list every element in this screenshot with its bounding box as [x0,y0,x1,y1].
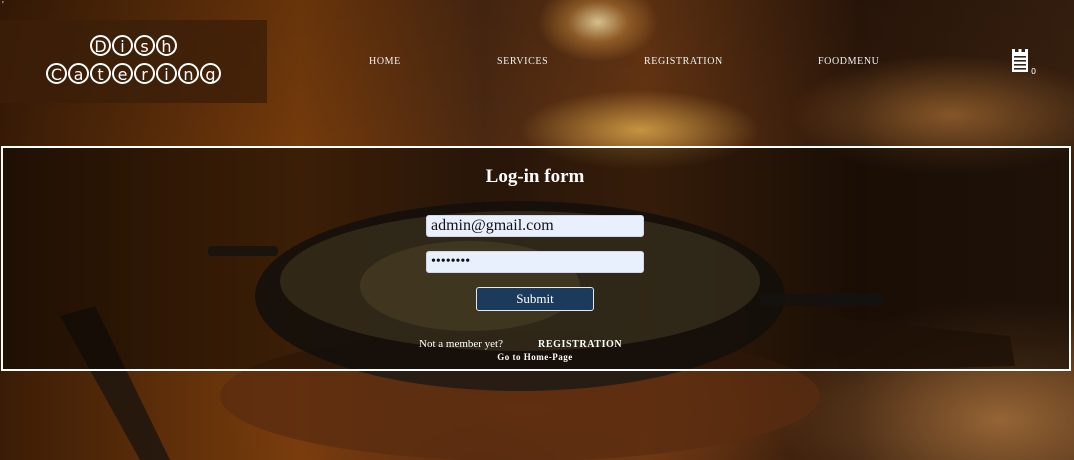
logo-letter: C [46,63,67,84]
logo-line-1: Dish [0,34,267,62]
logo-letter: e [112,63,133,84]
nav-item-registration[interactable]: REGISTRATION [644,56,723,67]
nav-item-services[interactable]: SERVICES [497,56,548,67]
logo-letter: t [90,63,111,84]
logo-letter: a [68,63,89,84]
member-prompt: Not a member yet? [419,338,503,350]
logo-letter: i [156,63,177,84]
logo-letter: n [178,63,199,84]
logo-letter: D [90,35,111,56]
logo-letter: h [156,35,177,56]
registration-link[interactable]: REGISTRATION [538,339,622,350]
corner-mark: ' [2,0,4,11]
submit-button[interactable]: Submit [476,287,594,311]
logo-letter: g [200,63,221,84]
cart-count: 0 [1031,67,1037,76]
logo-letter: i [112,35,133,56]
cart-list-icon [1012,49,1028,72]
logo-letter: r [134,63,155,84]
nav-item-home[interactable]: HOME [369,56,401,67]
logo-line-2: Catering [0,62,267,90]
email-field[interactable] [426,215,644,237]
logo-letter: s [134,35,155,56]
password-field[interactable] [426,251,644,273]
home-page-link[interactable]: Go to Home-Page [0,352,1070,362]
login-form-title: Log-in form [485,166,585,187]
logo[interactable]: Dish Catering [0,20,267,103]
nav-item-foodmenu[interactable]: FOODMENU [818,56,879,67]
logo-text: Dish Catering [0,34,267,90]
